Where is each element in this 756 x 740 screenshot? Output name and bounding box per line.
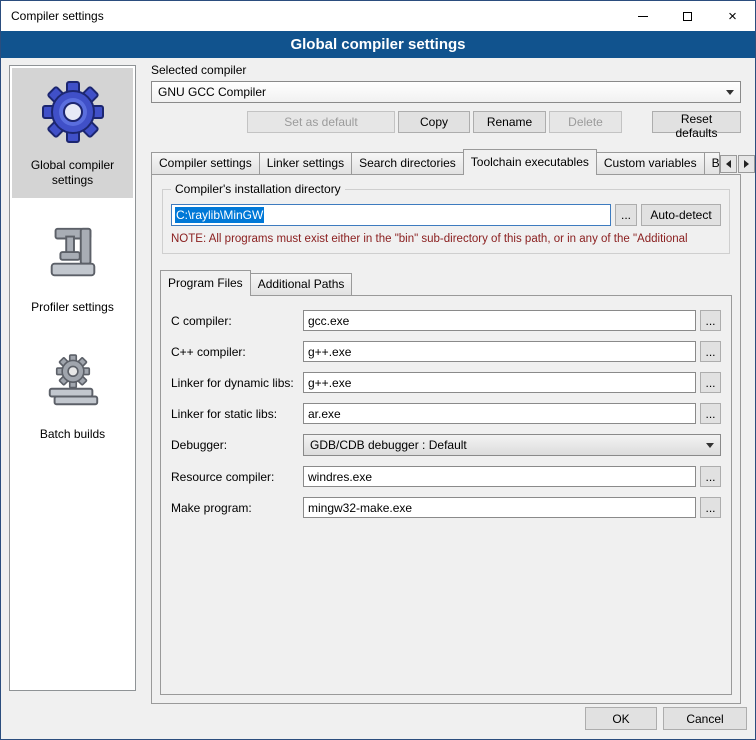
titlebar: Compiler settings × xyxy=(1,1,755,31)
tab-build-options[interactable]: Buil xyxy=(704,152,720,174)
field-row-debugger: Debugger: GDB/CDB debugger : Default xyxy=(171,434,721,456)
subtab-additional-paths[interactable]: Additional Paths xyxy=(250,273,353,295)
sidebar: Global compiler settings Profiler settin… xyxy=(9,65,136,691)
field-label: Linker for dynamic libs: xyxy=(171,376,303,390)
copy-button[interactable]: Copy xyxy=(398,111,470,133)
debugger-value: GDB/CDB debugger : Default xyxy=(310,438,706,452)
chevron-down-icon xyxy=(706,443,714,448)
main-panel: Selected compiler GNU GCC Compiler Set a… xyxy=(151,63,741,704)
make-program-input[interactable] xyxy=(303,497,696,518)
cpp-compiler-browse-button[interactable]: ... xyxy=(700,341,721,362)
install-dir-note: NOTE: All programs must exist either in … xyxy=(171,233,721,245)
field-label: Debugger: xyxy=(171,438,303,452)
maximize-icon xyxy=(683,12,692,21)
c-compiler-browse-button[interactable]: ... xyxy=(700,310,721,331)
minimize-button[interactable] xyxy=(620,1,665,31)
subtab-program-files[interactable]: Program Files xyxy=(160,270,251,296)
dialog-header: Global compiler settings xyxy=(1,31,755,58)
field-label: Resource compiler: xyxy=(171,470,303,484)
tab-toolchain-executables[interactable]: Toolchain executables xyxy=(463,149,597,175)
tab-linker-settings[interactable]: Linker settings xyxy=(259,152,352,174)
cancel-button[interactable]: Cancel xyxy=(663,707,747,730)
sidebar-item-label: Batch builds xyxy=(40,427,105,442)
sidebar-item-label: Profiler settings xyxy=(31,300,114,315)
close-icon: × xyxy=(728,9,737,24)
settings-tab-bar: Compiler settings Linker settings Search… xyxy=(151,149,741,174)
debugger-dropdown[interactable]: GDB/CDB debugger : Default xyxy=(303,434,721,456)
install-dir-group-title: Compiler's installation directory xyxy=(171,182,345,196)
profiler-icon xyxy=(42,218,104,290)
delete-button[interactable]: Delete xyxy=(549,111,622,133)
static-linker-input[interactable] xyxy=(303,403,696,424)
toolchain-executables-panel: Compiler's installation directory C:\ray… xyxy=(151,174,741,704)
tab-scroll-right-button[interactable] xyxy=(738,155,755,173)
field-row-static-linker: Linker for static libs: ... xyxy=(171,403,721,424)
field-row-resource-compiler: Resource compiler: ... xyxy=(171,466,721,487)
close-button[interactable]: × xyxy=(710,1,755,31)
program-files-panel: C compiler: ... C++ compiler: ... Linker… xyxy=(160,295,732,695)
sidebar-item-global-compiler-settings[interactable]: Global compiler settings xyxy=(12,68,133,198)
field-row-c-compiler: C compiler: ... xyxy=(171,310,721,331)
field-label: Make program: xyxy=(171,501,303,515)
resource-compiler-input[interactable] xyxy=(303,466,696,487)
maximize-button[interactable] xyxy=(665,1,710,31)
install-dir-row: C:\raylib\MinGW ... Auto-detect xyxy=(171,204,721,226)
tab-scroll-controls xyxy=(720,155,755,173)
sidebar-item-batch-builds[interactable]: Batch builds xyxy=(12,337,133,452)
arrow-left-icon xyxy=(726,160,731,168)
install-dir-value: C:\raylib\MinGW xyxy=(175,207,264,223)
batch-builds-icon xyxy=(42,345,104,417)
set-as-default-button[interactable]: Set as default xyxy=(247,111,395,133)
window-title: Compiler settings xyxy=(1,1,620,31)
tab-compiler-settings[interactable]: Compiler settings xyxy=(151,152,260,174)
tab-custom-variables[interactable]: Custom variables xyxy=(596,152,705,174)
tab-search-directories[interactable]: Search directories xyxy=(351,152,464,174)
make-program-browse-button[interactable]: ... xyxy=(700,497,721,518)
tab-scroll-left-button[interactable] xyxy=(720,155,737,173)
c-compiler-input[interactable] xyxy=(303,310,696,331)
install-dir-input[interactable]: C:\raylib\MinGW xyxy=(171,204,611,226)
arrow-right-icon xyxy=(744,160,749,168)
selected-compiler-label: Selected compiler xyxy=(151,63,741,77)
field-row-make-program: Make program: ... xyxy=(171,497,721,518)
reset-defaults-button[interactable]: Reset defaults xyxy=(652,111,741,133)
sidebar-item-profiler-settings[interactable]: Profiler settings xyxy=(12,210,133,325)
selected-compiler-value: GNU GCC Compiler xyxy=(158,85,726,99)
compiler-settings-dialog: Compiler settings × Global compiler sett… xyxy=(0,0,756,740)
ok-button[interactable]: OK xyxy=(585,707,657,730)
resource-compiler-browse-button[interactable]: ... xyxy=(700,466,721,487)
field-label: C compiler: xyxy=(171,314,303,328)
install-dir-group: Compiler's installation directory C:\ray… xyxy=(162,189,730,254)
chevron-down-icon xyxy=(726,90,734,95)
compiler-actions: Set as default Copy Rename Delete Reset … xyxy=(151,111,741,133)
sidebar-item-label: Global compiler settings xyxy=(14,158,131,188)
dynamic-linker-input[interactable] xyxy=(303,372,696,393)
rename-button[interactable]: Rename xyxy=(473,111,546,133)
static-linker-browse-button[interactable]: ... xyxy=(700,403,721,424)
dialog-footer: OK Cancel xyxy=(585,707,747,730)
cpp-compiler-input[interactable] xyxy=(303,341,696,362)
auto-detect-button[interactable]: Auto-detect xyxy=(641,204,721,226)
field-label: C++ compiler: xyxy=(171,345,303,359)
field-label: Linker for static libs: xyxy=(171,407,303,421)
selected-compiler-dropdown[interactable]: GNU GCC Compiler xyxy=(151,81,741,103)
minimize-icon xyxy=(638,16,648,17)
dynamic-linker-browse-button[interactable]: ... xyxy=(700,372,721,393)
install-dir-browse-button[interactable]: ... xyxy=(615,204,637,226)
field-row-cpp-compiler: C++ compiler: ... xyxy=(171,341,721,362)
gear-icon xyxy=(40,76,106,148)
program-files-tab-bar: Program Files Additional Paths xyxy=(160,270,732,295)
field-row-dynamic-linker: Linker for dynamic libs: ... xyxy=(171,372,721,393)
